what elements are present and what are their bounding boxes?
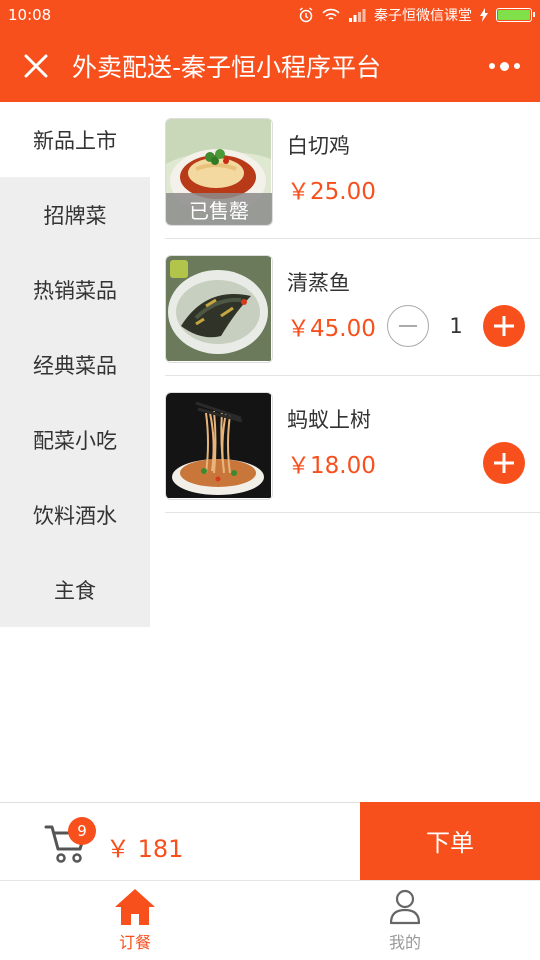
tab-label: 我的: [388, 933, 421, 952]
quantity-value: 1: [449, 314, 463, 338]
status-bar: 10:08 秦子恒微信课堂: [0, 0, 540, 30]
more-dot-icon: [499, 61, 509, 71]
sidebar-item-drinks[interactable]: 饮料酒水: [0, 477, 150, 552]
sidebar-item-label: 招牌菜: [43, 203, 107, 228]
increase-button[interactable]: [483, 442, 525, 484]
quantity-stepper: [483, 442, 525, 484]
signal-icon: [349, 9, 366, 22]
charging-icon: [480, 8, 488, 22]
sidebar-item-label: 饮料酒水: [33, 503, 117, 528]
alarm-icon: [299, 7, 313, 23]
dish-image[interactable]: 已售罄: [165, 118, 273, 226]
dish-price: ￥25.00: [287, 179, 376, 205]
category-sidebar: 新品上市 招牌菜 热销菜品 经典菜品 配菜小吃 饮料酒水 主食: [0, 102, 150, 627]
more-button[interactable]: [468, 30, 540, 102]
place-order-button[interactable]: 下单: [360, 801, 540, 880]
sidebar-item-signature[interactable]: 招牌菜: [0, 177, 150, 252]
increase-button[interactable]: [483, 305, 525, 347]
sidebar-item-label: 新品上市: [33, 128, 117, 153]
tab-label: 订餐: [118, 933, 151, 952]
cart-total: ￥ 181: [106, 835, 184, 863]
sidebar-item-staple[interactable]: 主食: [0, 552, 150, 627]
sidebar-item-hot[interactable]: 热销菜品: [0, 252, 150, 327]
status-time: 10:08: [8, 6, 52, 24]
nav-bar: 外卖配送-秦子恒小程序平台: [0, 30, 540, 102]
dish-list: 已售罄 白切鸡 ￥25.00 清蒸鱼 ￥45.00 1 蚂蚁上树 ￥18.00: [165, 102, 540, 513]
wifi-icon: [322, 8, 340, 20]
more-dot-icon: [513, 63, 520, 69]
dish-image[interactable]: [165, 255, 273, 363]
more-dot-icon: [488, 63, 495, 69]
dish-item: 清蒸鱼 ￥45.00 1: [165, 239, 540, 376]
cart-summary[interactable]: 9 ￥ 181: [0, 803, 360, 879]
sidebar-item-label: 配菜小吃: [33, 428, 117, 453]
user-icon: [389, 889, 421, 925]
sidebar-item-label: 经典菜品: [33, 353, 117, 378]
steamed-fish-image: [166, 256, 271, 361]
cart-bar: 9 ￥ 181 下单: [0, 801, 540, 880]
dish-name: 白切鸡: [287, 134, 350, 158]
dish-image[interactable]: [165, 392, 273, 500]
tab-bar: 订餐 我的: [0, 880, 540, 960]
home-icon: [115, 889, 155, 925]
decrease-button[interactable]: [387, 305, 429, 347]
tab-mine[interactable]: 我的: [270, 881, 540, 960]
cart-count-badge: 9: [68, 817, 96, 845]
close-icon: [24, 54, 48, 78]
soldout-badge: 已售罄: [166, 193, 272, 225]
dish-item: 蚂蚁上树 ￥18.00: [165, 376, 540, 513]
dish-name: 清蒸鱼: [287, 271, 350, 295]
page-title: 外卖配送-秦子恒小程序平台: [72, 53, 382, 82]
tab-order[interactable]: 订餐: [0, 881, 270, 960]
minus-icon: [399, 325, 417, 327]
sidebar-item-snacks[interactable]: 配菜小吃: [0, 402, 150, 477]
dish-name: 蚂蚁上树: [287, 408, 371, 432]
sidebar-item-classic[interactable]: 经典菜品: [0, 327, 150, 402]
noodle-dish-image: [166, 393, 271, 498]
dish-price: ￥45.00: [287, 316, 376, 342]
sidebar-item-label: 热销菜品: [33, 278, 117, 303]
dish-item: 已售罄 白切鸡 ￥25.00: [165, 102, 540, 239]
carrier-name: 秦子恒微信课堂: [374, 8, 472, 24]
battery-icon: [496, 8, 535, 22]
quantity-stepper: 1: [387, 305, 525, 347]
close-button[interactable]: [0, 30, 72, 102]
sidebar-item-new[interactable]: 新品上市: [0, 102, 150, 177]
sidebar-item-label: 主食: [54, 578, 96, 603]
dish-price: ￥18.00: [287, 453, 376, 479]
